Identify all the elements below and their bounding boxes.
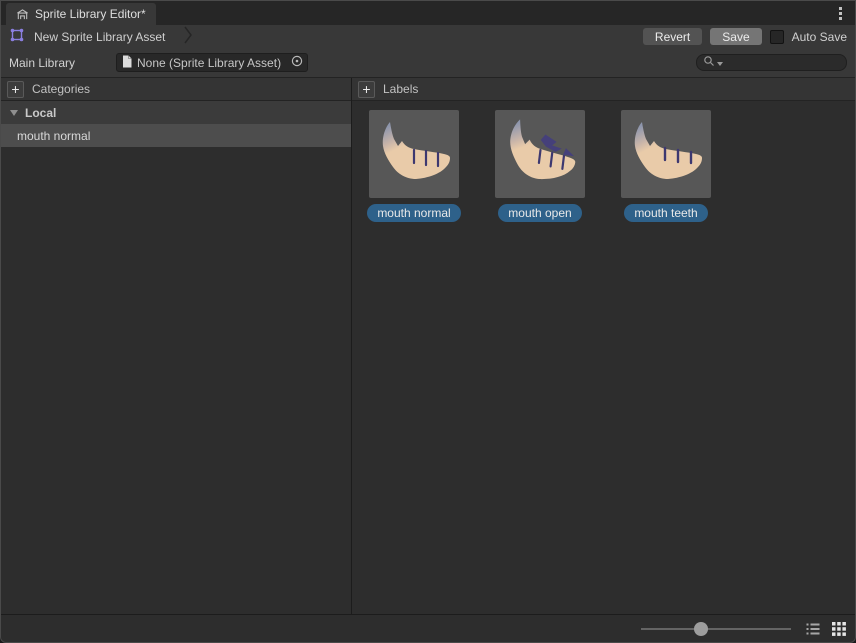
category-item-label: mouth normal	[17, 129, 90, 143]
search-icon	[703, 55, 715, 70]
category-group-local[interactable]: Local	[1, 101, 351, 124]
thumbnail-size-slider[interactable]	[641, 622, 791, 636]
sprite-library-asset-icon	[9, 27, 25, 46]
toolbar-right: Revert Save Auto Save	[643, 28, 849, 45]
label-pill-mouth-open[interactable]: mouth open	[498, 204, 581, 222]
window-overflow-menu-icon[interactable]	[834, 4, 847, 23]
sprite-library-editor-window: Sprite Library Editor* New Sprite Librar…	[0, 0, 856, 643]
categories-title: Categories	[32, 82, 90, 96]
label-pill-mouth-teeth[interactable]: mouth teeth	[624, 204, 707, 222]
label-item-mouth-teeth[interactable]: mouth teeth	[621, 110, 711, 222]
labels-panel: + Labels	[352, 78, 855, 614]
breadcrumb-chevron-icon	[184, 26, 192, 47]
search-field[interactable]	[696, 54, 847, 71]
content-area: + Categories Local mouth normal + Labels	[1, 77, 855, 614]
sprite-library-window-icon	[16, 8, 29, 21]
main-library-object-field[interactable]: None (Sprite Library Asset)	[116, 53, 308, 72]
tab-sprite-library-editor[interactable]: Sprite Library Editor*	[6, 3, 156, 25]
main-library-row: Main Library None (Sprite Library Asset)	[1, 48, 855, 77]
add-label-button[interactable]: +	[358, 81, 375, 98]
auto-save-label: Auto Save	[792, 30, 847, 44]
label-pill-mouth-normal[interactable]: mouth normal	[367, 204, 460, 222]
auto-save-checkbox[interactable]	[770, 30, 784, 44]
label-item-mouth-open[interactable]: mouth open	[495, 110, 585, 222]
labels-grid: mouth normal	[352, 101, 855, 222]
main-library-label: Main Library	[9, 56, 116, 70]
revert-button[interactable]: Revert	[643, 28, 702, 45]
search-input[interactable]	[725, 56, 840, 70]
slider-track[interactable]	[641, 628, 791, 630]
breadcrumb[interactable]: New Sprite Library Asset	[9, 26, 192, 47]
add-category-button[interactable]: +	[7, 81, 24, 98]
sprite-thumbnail-mouth-teeth[interactable]	[621, 110, 711, 198]
labels-title: Labels	[383, 82, 418, 96]
bottom-bar	[1, 614, 855, 642]
sprite-thumbnail-mouth-open[interactable]	[495, 110, 585, 198]
tab-bar: Sprite Library Editor*	[1, 1, 855, 25]
grid-view-icon[interactable]	[831, 621, 847, 637]
label-item-mouth-normal[interactable]: mouth normal	[369, 110, 459, 222]
breadcrumb-label: New Sprite Library Asset	[34, 30, 165, 44]
toolbar: New Sprite Library Asset Revert Save Aut…	[1, 25, 855, 48]
slider-thumb[interactable]	[694, 622, 708, 636]
foldout-arrow-icon	[10, 110, 18, 116]
object-picker-icon[interactable]	[290, 54, 304, 71]
categories-header: + Categories	[1, 78, 351, 101]
labels-header: + Labels	[352, 78, 855, 101]
sprite-thumbnail-mouth-normal[interactable]	[369, 110, 459, 198]
categories-panel: + Categories Local mouth normal	[1, 78, 352, 614]
asset-document-icon	[122, 55, 132, 71]
search-dropdown-caret-icon[interactable]	[717, 56, 723, 70]
save-button[interactable]: Save	[710, 28, 761, 45]
category-item-mouth-normal[interactable]: mouth normal	[1, 124, 351, 147]
tab-title: Sprite Library Editor*	[35, 7, 146, 21]
list-view-icon[interactable]	[805, 621, 821, 637]
object-field-value: None (Sprite Library Asset)	[137, 56, 285, 70]
category-group-label: Local	[25, 106, 56, 120]
